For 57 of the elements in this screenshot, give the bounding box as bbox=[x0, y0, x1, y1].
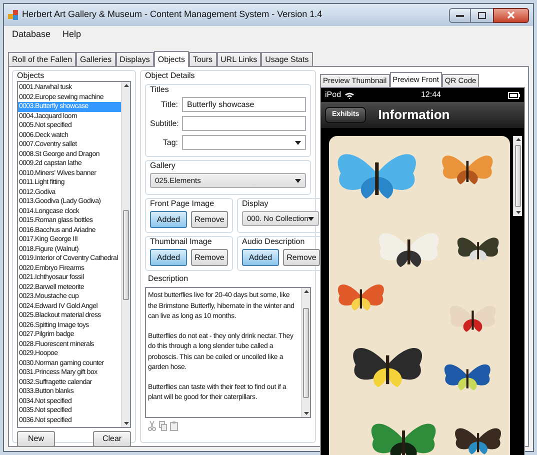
battery-icon bbox=[508, 92, 520, 98]
menu-item[interactable]: Database bbox=[12, 28, 51, 42]
group-label: Front Page Image bbox=[150, 198, 216, 209]
scroll-down-icon[interactable] bbox=[124, 422, 128, 425]
remove-button[interactable]: Remove bbox=[283, 249, 320, 266]
tab[interactable]: Tours bbox=[188, 52, 217, 66]
group-label: Object Details bbox=[145, 70, 196, 81]
remove-button[interactable]: Remove bbox=[191, 249, 228, 266]
scroll-up-icon[interactable] bbox=[124, 84, 128, 87]
description-field[interactable] bbox=[145, 287, 311, 418]
remove-button[interactable]: Remove bbox=[191, 211, 228, 228]
scroll-down-icon[interactable] bbox=[304, 412, 308, 415]
tab[interactable]: Objects bbox=[154, 51, 189, 67]
window-title: Herbert Art Gallery & Museum - Content Management System - Version 1.4 bbox=[22, 8, 324, 22]
scroll-up-icon[interactable] bbox=[304, 290, 308, 293]
wifi-icon bbox=[345, 92, 354, 98]
minimize-icon bbox=[456, 14, 464, 16]
group-label: Thumbnail Image bbox=[150, 236, 213, 247]
scrollbar[interactable] bbox=[121, 82, 130, 427]
maximize-icon bbox=[478, 12, 486, 18]
clear-button[interactable]: Clear bbox=[93, 431, 131, 447]
description-label: Description bbox=[147, 274, 190, 284]
tab[interactable]: Roll of the Fallen bbox=[8, 52, 76, 66]
tab[interactable]: URL Links bbox=[216, 52, 262, 66]
dropdown-arrow-icon bbox=[295, 178, 301, 182]
scroll-down-icon[interactable] bbox=[516, 211, 520, 214]
field-label: Tag: bbox=[162, 136, 178, 148]
maximize-button[interactable] bbox=[471, 8, 493, 22]
group-label: Display bbox=[242, 198, 270, 209]
close-button[interactable] bbox=[493, 8, 529, 22]
text-field[interactable] bbox=[182, 116, 306, 131]
app-icon bbox=[8, 10, 18, 20]
scrollbar[interactable] bbox=[301, 288, 310, 417]
group-label: Titles bbox=[150, 84, 170, 95]
group-label: Objects bbox=[17, 70, 46, 81]
scroll-up-icon[interactable] bbox=[516, 138, 520, 141]
menu-item[interactable]: Help bbox=[62, 28, 82, 42]
tab[interactable]: Galleries bbox=[76, 52, 116, 66]
scrollbar[interactable] bbox=[513, 136, 522, 216]
dropdown-arrow-icon bbox=[308, 216, 314, 220]
clock-time: 12:44 bbox=[420, 89, 442, 101]
added-button[interactable]: Added bbox=[150, 211, 187, 228]
added-button[interactable]: Added bbox=[150, 249, 187, 266]
new-button[interactable]: New bbox=[17, 431, 55, 447]
dropdown-arrow-icon bbox=[295, 140, 301, 144]
screen-title: Information bbox=[378, 106, 450, 124]
carrier-label: iPod bbox=[325, 89, 342, 101]
minimize-button[interactable] bbox=[449, 8, 471, 22]
tab[interactable]: Displays bbox=[116, 52, 154, 66]
close-icon bbox=[507, 11, 515, 19]
text-field[interactable]: Butterfly showcase bbox=[182, 97, 306, 112]
group-label: Gallery bbox=[150, 160, 176, 171]
field-label: Title: bbox=[160, 98, 178, 110]
tab[interactable]: Usage Stats bbox=[261, 52, 313, 66]
added-button[interactable]: Added bbox=[242, 249, 279, 266]
group-label: Audio Description bbox=[242, 236, 306, 247]
field-label: Subtitle: bbox=[150, 118, 178, 130]
